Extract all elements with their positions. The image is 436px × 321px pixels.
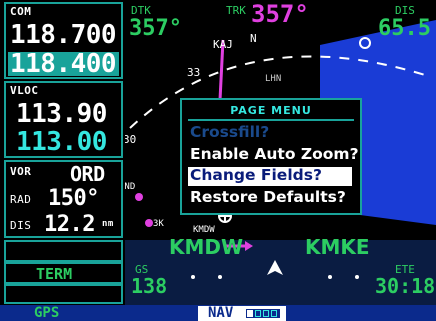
term-label: TERM — [36, 265, 73, 283]
page-menu-title: PAGE MENU — [230, 104, 312, 117]
menu-title-underline — [188, 119, 354, 121]
vor-ident: ORD — [70, 162, 105, 186]
waypoint-marker — [135, 193, 143, 201]
page-menu: PAGE MENU Crossfill? Enable Auto Zoom? C… — [180, 98, 362, 215]
bottom-status-bar: GPS NAV — [0, 305, 436, 321]
map-label-ind: IND — [125, 182, 136, 192]
com-active-frequency: 118.700 — [10, 20, 117, 50]
dis-label: DIS — [10, 219, 32, 232]
rad-label: RAD — [10, 193, 32, 206]
com-label: COM — [10, 5, 32, 18]
menu-item-crossfill[interactable]: Crossfill? — [190, 123, 269, 141]
cdi-to-waypoint: KMKE — [305, 235, 370, 259]
trk-label: TRK — [226, 4, 246, 17]
map-label-kaj: KAJ — [213, 38, 233, 51]
com-panel[interactable]: COM 118.700 118.400 — [4, 2, 123, 79]
map-label-3k: 3K — [153, 219, 164, 229]
dis-unit: nm — [102, 219, 114, 229]
trk-value: 357° — [251, 0, 309, 28]
ete-value: 30:18 — [375, 274, 436, 298]
menu-item-change-fields[interactable]: Change Fields? — [190, 166, 322, 184]
rad-value: 150° — [48, 186, 99, 211]
map-label-33: 33 — [187, 66, 201, 79]
vloc-standby-frequency[interactable]: 113.00 — [16, 127, 107, 157]
left-bottom-panel — [4, 284, 123, 304]
menu-item-restore-defaults[interactable]: Restore Defaults? — [190, 188, 346, 206]
vloc-active-frequency: 113.90 — [16, 99, 107, 129]
vloc-panel[interactable]: VLOC 113.90 113.00 — [4, 81, 123, 158]
nav-page-label: NAV — [208, 305, 234, 321]
com-standby-frequency[interactable]: 118.400 — [10, 49, 117, 79]
empty-panel — [4, 240, 123, 262]
map-label-kmdw: KMDW — [193, 225, 215, 235]
nav-page-group[interactable]: NAV — [198, 305, 286, 321]
vor-label: VOR — [10, 165, 32, 178]
map-label-30: 30 — [125, 133, 137, 146]
dis-value: 12.2 — [44, 212, 95, 237]
cdi-from-waypoint: KMDW — [169, 235, 244, 259]
page-indicator — [246, 309, 280, 318]
term-panel: TERM — [4, 262, 123, 284]
map-label-north: N — [250, 32, 257, 45]
waypoint-marker — [145, 219, 153, 227]
vloc-label: VLOC — [10, 84, 39, 97]
gs-value: 138 — [131, 274, 168, 298]
vor-panel: VOR ORD RAD 150° DIS 12.2 nm — [4, 160, 123, 238]
dtk-value: 357° — [129, 16, 182, 41]
dis-field-value: 65.5 — [378, 16, 431, 41]
gps-mode-label[interactable]: GPS — [34, 305, 59, 321]
menu-item-enable-auto-zoom[interactable]: Enable Auto Zoom? — [190, 145, 359, 163]
map-label-lhn: LHN — [265, 74, 282, 84]
